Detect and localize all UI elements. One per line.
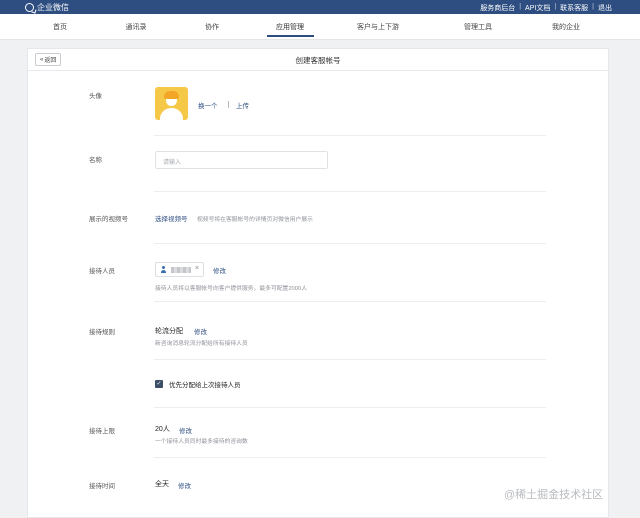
create-account-card: « 返回 创建客服帐号 头像 换一个 上传 名称 请输入 展示的视频号 选择视频… [27,48,609,518]
video-channel-hint: 视频号将在客服帐号的详情页对微信用户展示 [197,217,313,223]
edit-rule-link[interactable]: 修改 [194,326,207,336]
top-links: 服务商后台 | API文档 | 联系客服 | 退出 [480,3,612,13]
top-bar: 企业微信 服务商后台 | API文档 | 联系客服 | 退出 [0,0,640,14]
receptionist-hint: 接待人员将以客服帐号向客户提供服务，最多可配置2000人 [155,286,308,292]
top-link-divider: | [519,3,522,10]
nav-customers-partners[interactable]: 客户与上下游 [357,22,399,32]
select-video-channel-link[interactable]: 选择视频号 [155,213,188,223]
change-avatar-link[interactable]: 换一个 [198,100,218,110]
top-link-divider: | [554,3,557,10]
section-divider [154,243,546,244]
brand-name: 企业微信 [37,3,69,12]
nav-app-management[interactable]: 应用管理 [276,22,304,32]
receptionist-tag: × [155,262,204,277]
avatar-image [155,87,188,120]
time-label: 接待时间 [89,483,115,490]
main-nav: 首页 通讯录 协作 应用管理 客户与上下游 管理工具 我的企业 [0,14,640,40]
provider-backend-link[interactable]: 服务商后台 [480,3,515,13]
name-label: 名称 [89,157,102,164]
limit-label: 接待上限 [89,428,115,435]
nav-home[interactable]: 首页 [53,22,67,32]
section-divider [154,407,546,408]
rule-value: 轮流分配 [155,328,183,335]
redacted-name [171,267,191,273]
edit-receptionist-link[interactable]: 修改 [213,265,226,275]
person-icon [160,266,167,273]
priority-checkbox[interactable]: ✓ [155,380,163,388]
upload-avatar-link[interactable]: 上传 [236,100,249,110]
video-channel-label: 展示的视频号 [89,216,128,223]
brand[interactable]: 企业微信 [25,2,69,13]
nav-contacts[interactable]: 通讯录 [126,22,147,32]
receptionist-label: 接待人员 [89,268,115,275]
rule-hint: 新咨询消息轮流分配给所有接待人员 [155,341,248,347]
api-docs-link[interactable]: API文档 [525,3,550,13]
name-input-placeholder: 请输入 [163,160,182,166]
section-divider [154,135,546,136]
section-divider [154,457,546,458]
nav-management-tools[interactable]: 管理工具 [464,22,492,32]
remove-icon[interactable]: × [195,265,199,272]
link-divider [228,101,229,108]
name-input[interactable]: 请输入 [155,151,328,169]
top-link-divider: | [592,3,594,10]
time-value: 全天 [155,481,169,488]
limit-hint: 一个接待人员同时最多接待的咨询数 [155,439,248,445]
section-divider [154,191,546,192]
limit-value: 20人 [155,426,170,433]
avatar-label: 头像 [89,93,102,100]
section-divider [154,359,546,360]
nav-my-enterprise[interactable]: 我的企业 [552,22,580,32]
rule-label: 接待规则 [89,329,115,336]
edit-time-link[interactable]: 修改 [178,480,191,490]
card-header: « 返回 创建客服帐号 [28,49,608,71]
section-divider [154,301,546,302]
nav-collaboration[interactable]: 协作 [205,22,219,32]
active-nav-indicator [267,35,314,37]
contact-support-link[interactable]: 联系客服 [560,3,588,13]
edit-limit-link[interactable]: 修改 [179,425,192,435]
wecom-logo-icon [25,3,34,12]
priority-checkbox-label[interactable]: 优先分配给上次接待人员 [169,379,241,389]
watermark: @稀土掘金技术社区 [504,489,604,501]
page-title: 创建客服帐号 [295,56,341,65]
logout-link[interactable]: 退出 [598,3,612,13]
